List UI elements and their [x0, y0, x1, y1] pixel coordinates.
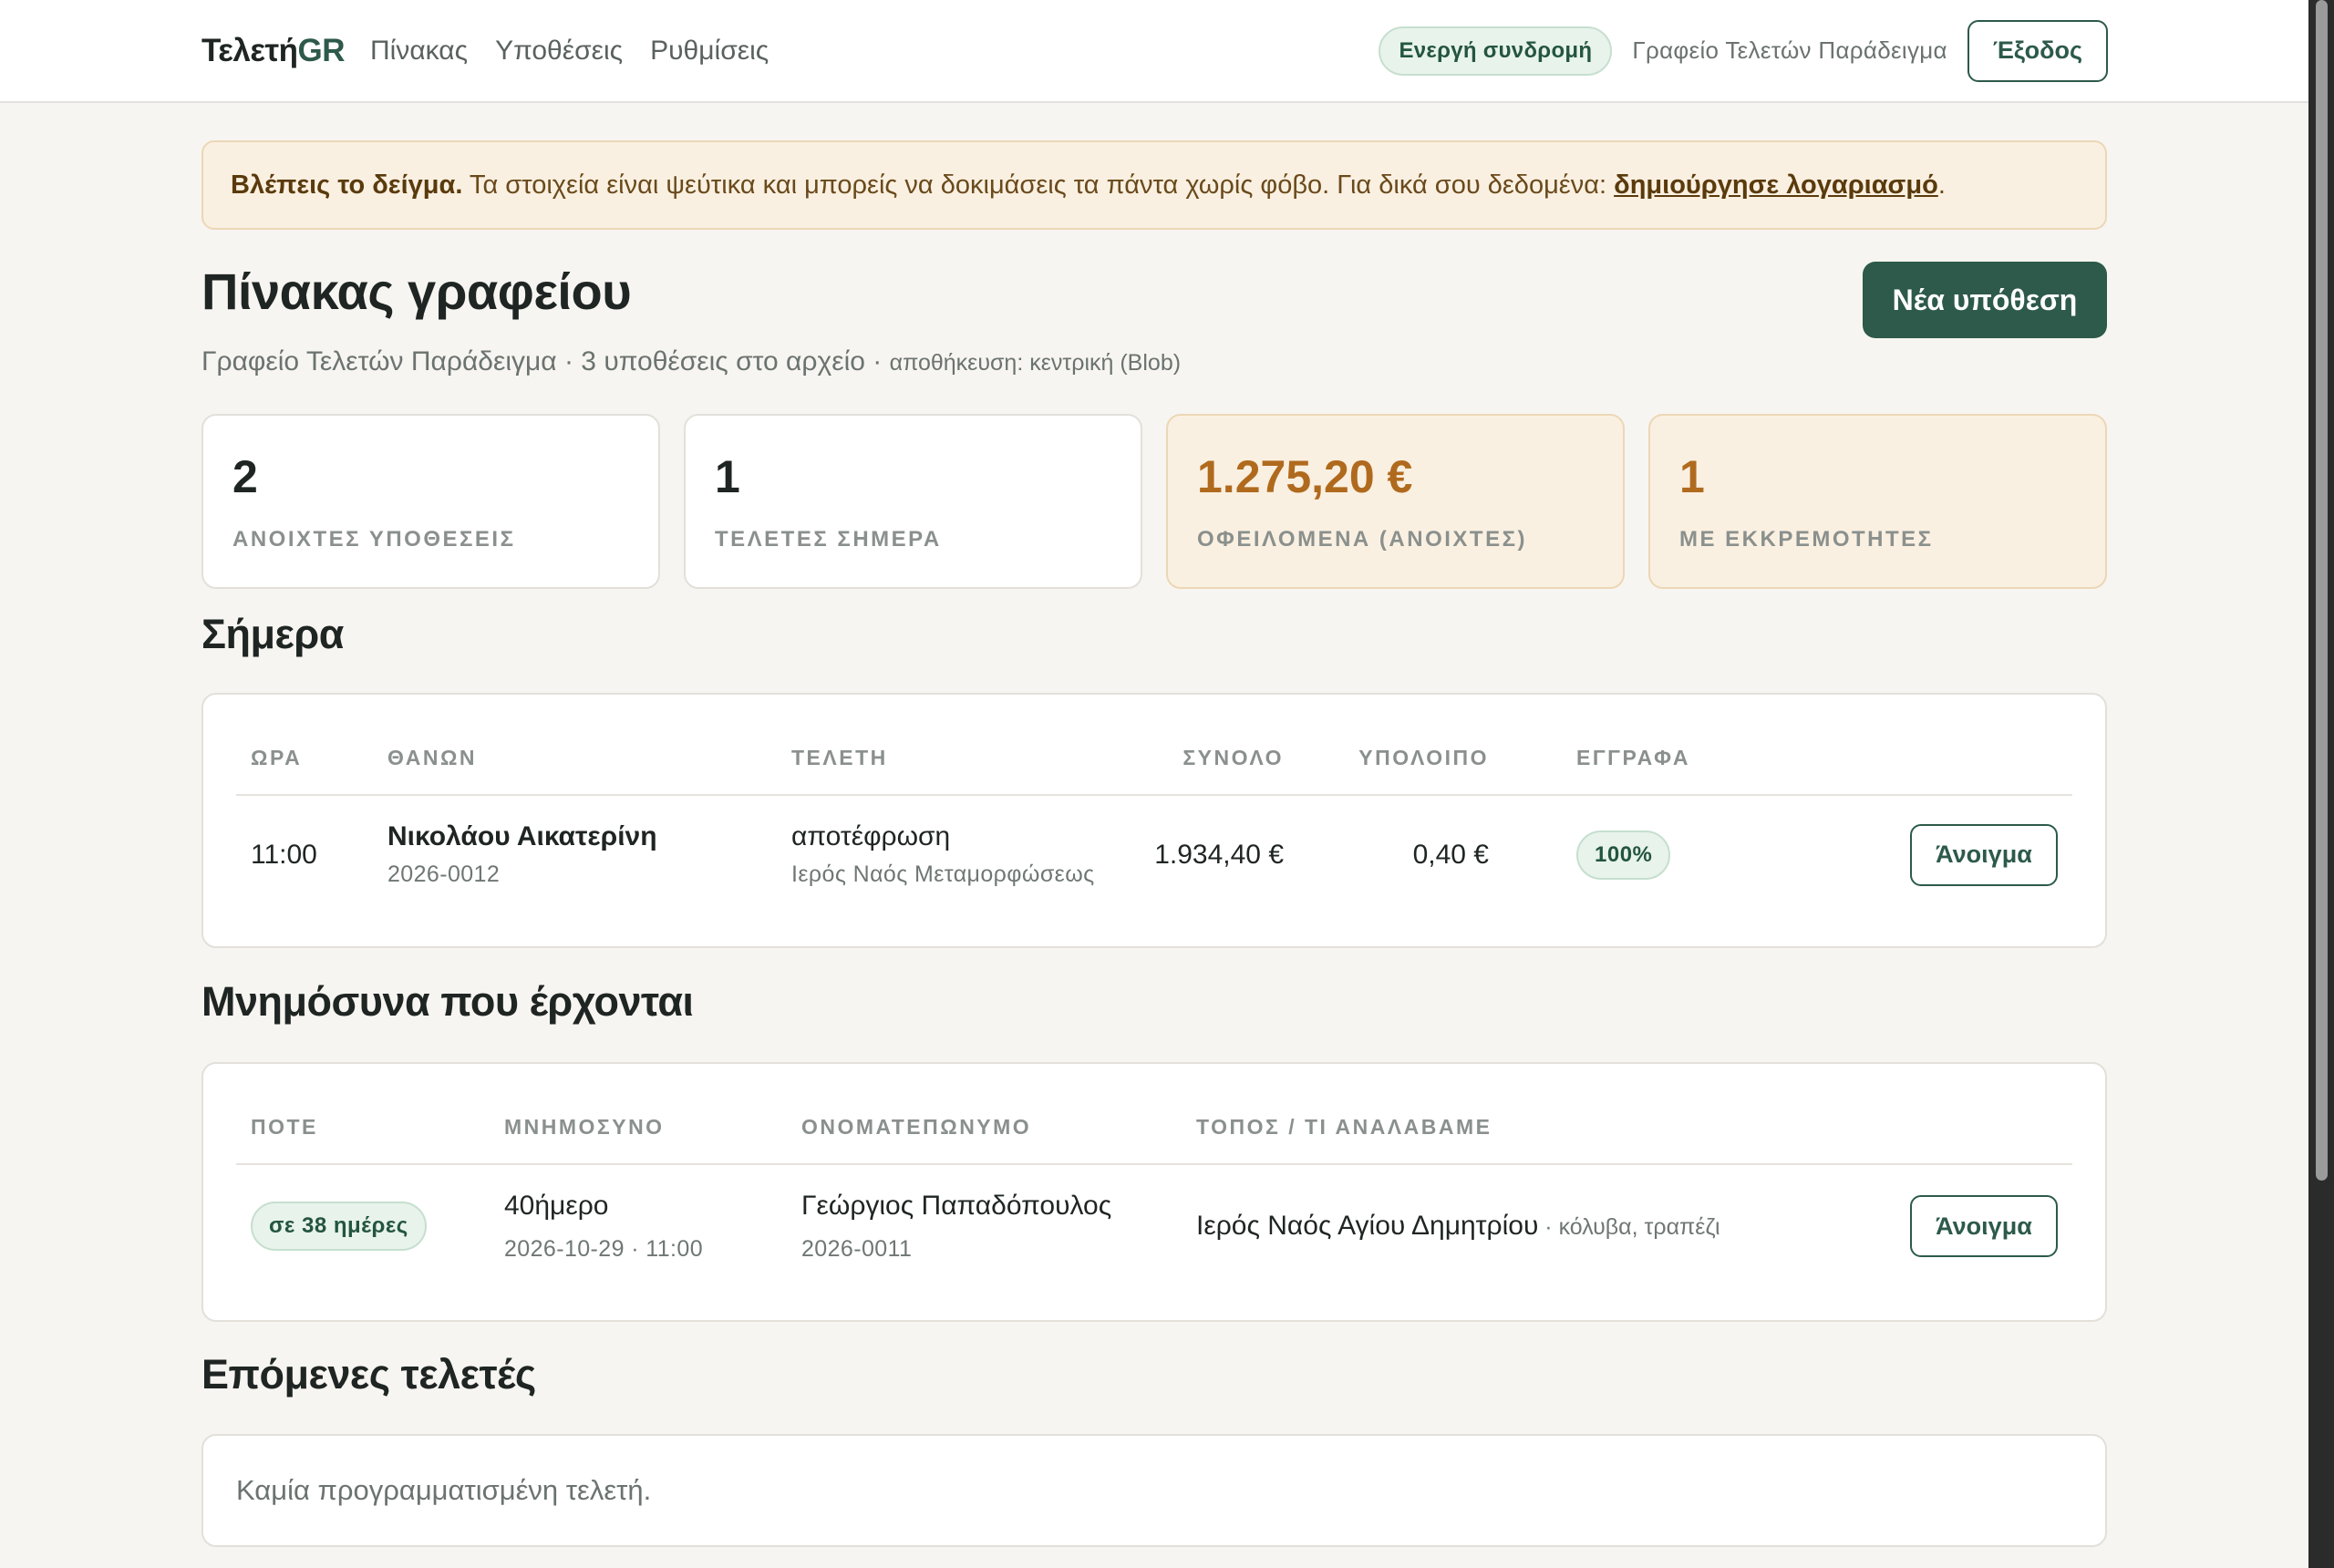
table-row[interactable]: σε 38 ημέρες 40ήμερο 2026-10-29 · 11:00 … — [236, 1164, 2072, 1287]
stat-value: 1.275,20 € — [1197, 451, 1413, 502]
cell-documents: 100% — [1503, 795, 1705, 913]
new-case-button[interactable]: Νέα υπόθεση — [1863, 262, 2107, 338]
stat-pending[interactable]: 1 ΜΕ ΕΚΚΡΕΜΟΤΗΤΕΣ — [1648, 414, 2107, 589]
cell-ceremony: αποτέφρωση Ιερός Ναός Μεταμορφώσεως — [777, 795, 1116, 913]
notice-bold: Βλέπεις το δείγμα. — [231, 170, 463, 200]
cell-place: Ιερός Ναός Αγίου Δημητρίου · κόλυβα, τρα… — [1182, 1164, 1856, 1287]
stat-value: 2 — [232, 451, 258, 502]
cell-actions: Άνοιγμα — [1856, 1164, 2072, 1287]
col-name: ΟΝΟΜΑΤΕΠΩΝΥΜΟ — [787, 1064, 1182, 1165]
stats-row: 2 ΑΝΟΙΧΤΕΣ ΥΠΟΘΕΣΕΙΣ 1 ΤΕΛΕΤΕΣ ΣΗΜΕΡΑ 1.… — [201, 414, 2107, 589]
brand-logo[interactable]: ΤελετήGR — [201, 33, 345, 69]
col-documents: ΕΓΓΡΑΦΑ — [1503, 695, 1705, 796]
nav-dashboard[interactable]: Πίνακας — [370, 36, 468, 67]
upcoming-card: Καμία προγραμματισμένη τελετή. — [201, 1434, 2107, 1547]
stat-value: 1 — [715, 451, 740, 502]
col-time: ΩΡΑ — [236, 695, 373, 796]
stat-label: ΟΦΕΙΛΟΜΕΝΑ (ΑΝΟΙΧΤΕΣ) — [1197, 527, 1527, 552]
storage-info: αποθήκευση: κεντρική (Blob) — [889, 350, 1182, 376]
balance-value: 0,40 € — [1412, 839, 1489, 870]
table-row[interactable]: 11:00 Νικολάου Αικατερίνη 2026-0012 αποτ… — [236, 795, 2072, 913]
notice-end: . — [1937, 170, 1946, 200]
col-when: ΠΟΤΕ — [236, 1064, 490, 1165]
cell-total: 1.934,40 € — [1116, 795, 1298, 913]
today-heading: Σήμερα — [201, 611, 344, 657]
viewport: ΤελετήGR Πίνακας Υποθέσεις Ρυθμίσεις Ενε… — [0, 0, 2308, 1568]
memorials-table: ΠΟΤΕ ΜΝΗΜΟΣΥΝΟ ΟΝΟΜΑΤΕΠΩΝΥΜΟ ΤΟΠΟΣ / ΤΙ … — [236, 1064, 2072, 1287]
cell-deceased: Νικολάου Αικατερίνη 2026-0012 — [373, 795, 777, 913]
demo-notice: Βλέπεις το δείγμα. Τα στοιχεία είναι ψεύ… — [201, 140, 2107, 230]
cell-time: 11:00 — [236, 795, 373, 913]
ceremony-place: Ιερός Ναός Μεταμορφώσεως — [791, 861, 1095, 887]
nav-cases[interactable]: Υποθέσεις — [495, 36, 623, 67]
memorials-card: ΠΟΤΕ ΜΝΗΜΟΣΥΝΟ ΟΝΟΜΑΤΕΠΩΝΥΜΟ ΤΟΠΟΣ / ΤΙ … — [201, 1062, 2107, 1322]
stat-ceremonies-today[interactable]: 1 ΤΕΛΕΤΕΣ ΣΗΜΕΡΑ — [684, 414, 1142, 589]
upcoming-heading: Επόμενες τελετές — [201, 1351, 536, 1398]
cell-memorial: 40ήμερο 2026-10-29 · 11:00 — [490, 1164, 787, 1287]
col-place: ΤΟΠΟΣ / ΤΙ ΑΝΑΛΑΒΑΜΕ — [1182, 1064, 1857, 1165]
today-card: ΩΡΑ ΘΑΝΩΝ ΤΕΛΕΤΗ ΣΥΝΟΛΟ ΥΠΟΛΟΙΠΟ ΕΓΓΡΑΦΑ… — [201, 693, 2107, 948]
case-number: 2026-0011 — [801, 1235, 913, 1262]
subtitle-text: Γραφείο Τελετών Παράδειγμα · 3 υποθέσεις… — [201, 346, 890, 377]
memorial-datetime: 2026-10-29 · 11:00 — [504, 1235, 704, 1262]
notice-text: Βλέπεις το δείγμα. Τα στοιχεία είναι ψεύ… — [231, 170, 1946, 201]
when-badge: σε 38 ημέρες — [251, 1202, 427, 1251]
notice-body: Τα στοιχεία είναι ψεύτικα και μπορείς να… — [462, 170, 1615, 200]
col-deceased: ΘΑΝΩΝ — [373, 695, 777, 796]
empty-state: Καμία προγραμματισμένη τελετή. — [236, 1474, 652, 1506]
scrollbar[interactable] — [2308, 0, 2334, 1568]
memorial-type: 40ήμερο — [504, 1190, 609, 1221]
ceremony-type: αποτέφρωση — [791, 821, 951, 851]
scrollbar-thumb[interactable] — [2316, 0, 2328, 1181]
cell-name: Γεώργιος Παπαδόπουλος 2026-0011 — [787, 1164, 1182, 1287]
total-value: 1.934,40 € — [1154, 839, 1284, 870]
col-balance: ΥΠΟΛΟΙΠΟ — [1298, 695, 1503, 796]
cell-actions: Άνοιγμα — [1705, 795, 2072, 913]
col-total: ΣΥΝΟΛΟ — [1116, 695, 1298, 796]
today-table: ΩΡΑ ΘΑΝΩΝ ΤΕΛΕΤΗ ΣΥΝΟΛΟ ΥΠΟΛΟΙΠΟ ΕΓΓΡΑΦΑ… — [236, 695, 2072, 913]
stat-label: ΤΕΛΕΤΕΣ ΣΗΜΕΡΑ — [715, 527, 942, 552]
memorials-heading: Μνημόσυνα που έρχονται — [201, 978, 694, 1025]
page-subtitle: Γραφείο Τελετών Παράδειγμα · 3 υποθέσεις… — [201, 346, 2107, 377]
table-header-row: ΠΟΤΕ ΜΝΗΜΟΣΥΝΟ ΟΝΟΜΑΤΕΠΩΝΥΜΟ ΤΟΠΟΣ / ΤΙ … — [236, 1064, 2072, 1165]
nav-settings[interactable]: Ρυθμίσεις — [650, 36, 769, 67]
stat-owed[interactable]: 1.275,20 € ΟΦΕΙΛΟΜΕΝΑ (ΑΝΟΙΧΤΕΣ) — [1166, 414, 1625, 589]
subscription-badge: Ενεργή συνδρομή — [1379, 26, 1613, 76]
col-ceremony: ΤΕΛΕΤΗ — [777, 695, 1116, 796]
office-name: Γραφείο Τελετών Παράδειγμα — [1632, 36, 1947, 64]
stat-open-cases[interactable]: 2 ΑΝΟΙΧΤΕΣ ΥΠΟΘΕΣΕΙΣ — [201, 414, 660, 589]
stat-value: 1 — [1679, 451, 1705, 502]
table-header-row: ΩΡΑ ΘΑΝΩΝ ΤΕΛΕΤΗ ΣΥΝΟΛΟ ΥΠΟΛΟΙΠΟ ΕΓΓΡΑΦΑ — [236, 695, 2072, 796]
open-case-button[interactable]: Άνοιγμα — [1910, 823, 2058, 886]
col-actions — [1705, 695, 2072, 796]
cell-when: σε 38 ημέρες — [236, 1164, 490, 1287]
open-memorial-button[interactable]: Άνοιγμα — [1910, 1195, 2058, 1257]
logout-button[interactable]: Έξοδος — [1967, 19, 2108, 82]
top-bar: ΤελετήGR Πίνακας Υποθέσεις Ρυθμίσεις Ενε… — [0, 0, 2308, 103]
create-account-link[interactable]: δημιούργησε λογαριασμό — [1614, 170, 1938, 200]
documents-badge: 100% — [1576, 830, 1671, 880]
brand-main: Τελετή — [201, 32, 298, 68]
deceased-name: Νικολάου Αικατερίνη — [387, 821, 657, 851]
memorial-place: Ιερός Ναός Αγίου Δημητρίου — [1196, 1211, 1539, 1241]
main-nav: Πίνακας Υποθέσεις Ρυθμίσεις — [370, 36, 769, 67]
cell-balance: 0,40 € — [1298, 795, 1503, 913]
person-name: Γεώργιος Παπαδόπουλος — [801, 1190, 1112, 1221]
col-memorial: ΜΝΗΜΟΣΥΝΟ — [490, 1064, 787, 1165]
stat-label: ΑΝΟΙΧΤΕΣ ΥΠΟΘΕΣΕΙΣ — [232, 527, 516, 552]
case-number: 2026-0012 — [387, 861, 501, 887]
col-actions — [1856, 1064, 2072, 1165]
page-title: Πίνακας γραφείου — [201, 263, 632, 320]
memorial-extras: · κόλυβα, τραπέζι — [1538, 1214, 1720, 1240]
stat-label: ΜΕ ΕΚΚΡΕΜΟΤΗΤΕΣ — [1679, 527, 1934, 552]
app-page: ΤελετήGR Πίνακας Υποθέσεις Ρυθμίσεις Ενε… — [0, 0, 2334, 1568]
brand-accent: GR — [297, 32, 345, 68]
time-value: 11:00 — [251, 839, 317, 870]
